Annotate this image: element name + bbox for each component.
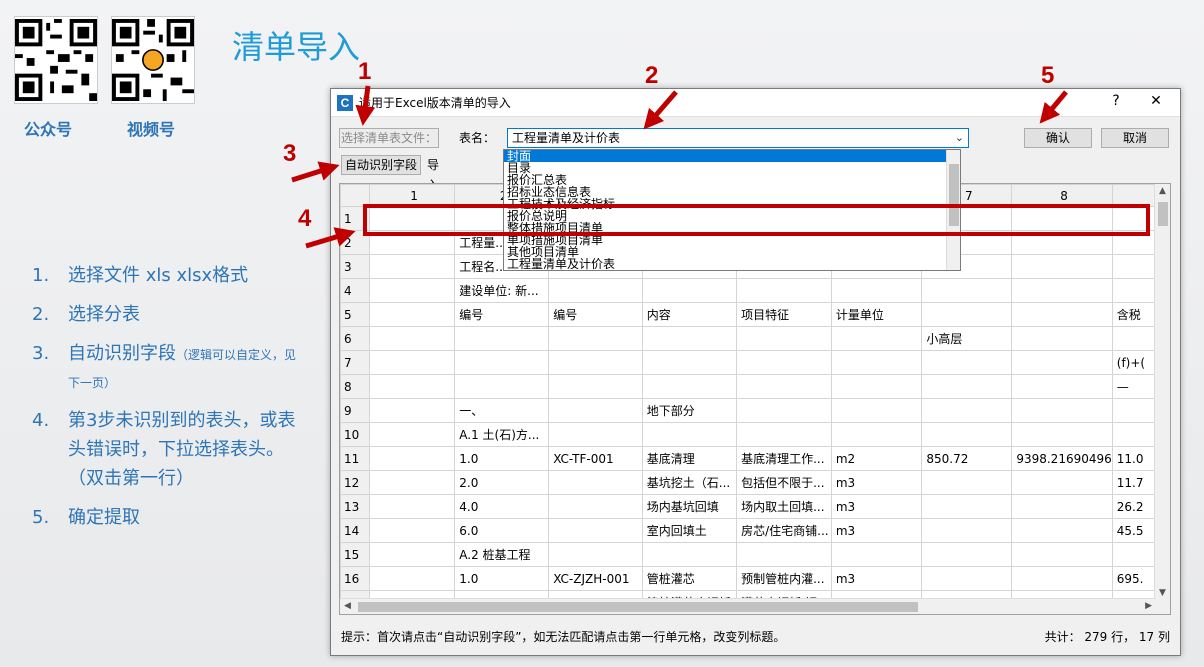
arrow-4 [305, 227, 356, 249]
arrow-5 [1039, 90, 1068, 124]
arrow-2 [643, 90, 678, 130]
dropdown-option[interactable]: 报价汇总表 [504, 174, 960, 186]
arrow-3 [291, 161, 340, 183]
dropdown-option[interactable]: 封面 [504, 150, 960, 162]
dropdown-option[interactable]: 其他项目清单 [504, 246, 960, 258]
annotation-arrows [291, 85, 1068, 249]
dropdown-option[interactable]: 目录 [504, 162, 960, 174]
arrow-1 [355, 85, 376, 126]
dropdown-option[interactable]: 招标业态信息表 [504, 186, 960, 198]
dropdown-option[interactable]: 工程量清单及计价表 [504, 258, 960, 270]
highlight-box-row-1 [363, 204, 1150, 236]
